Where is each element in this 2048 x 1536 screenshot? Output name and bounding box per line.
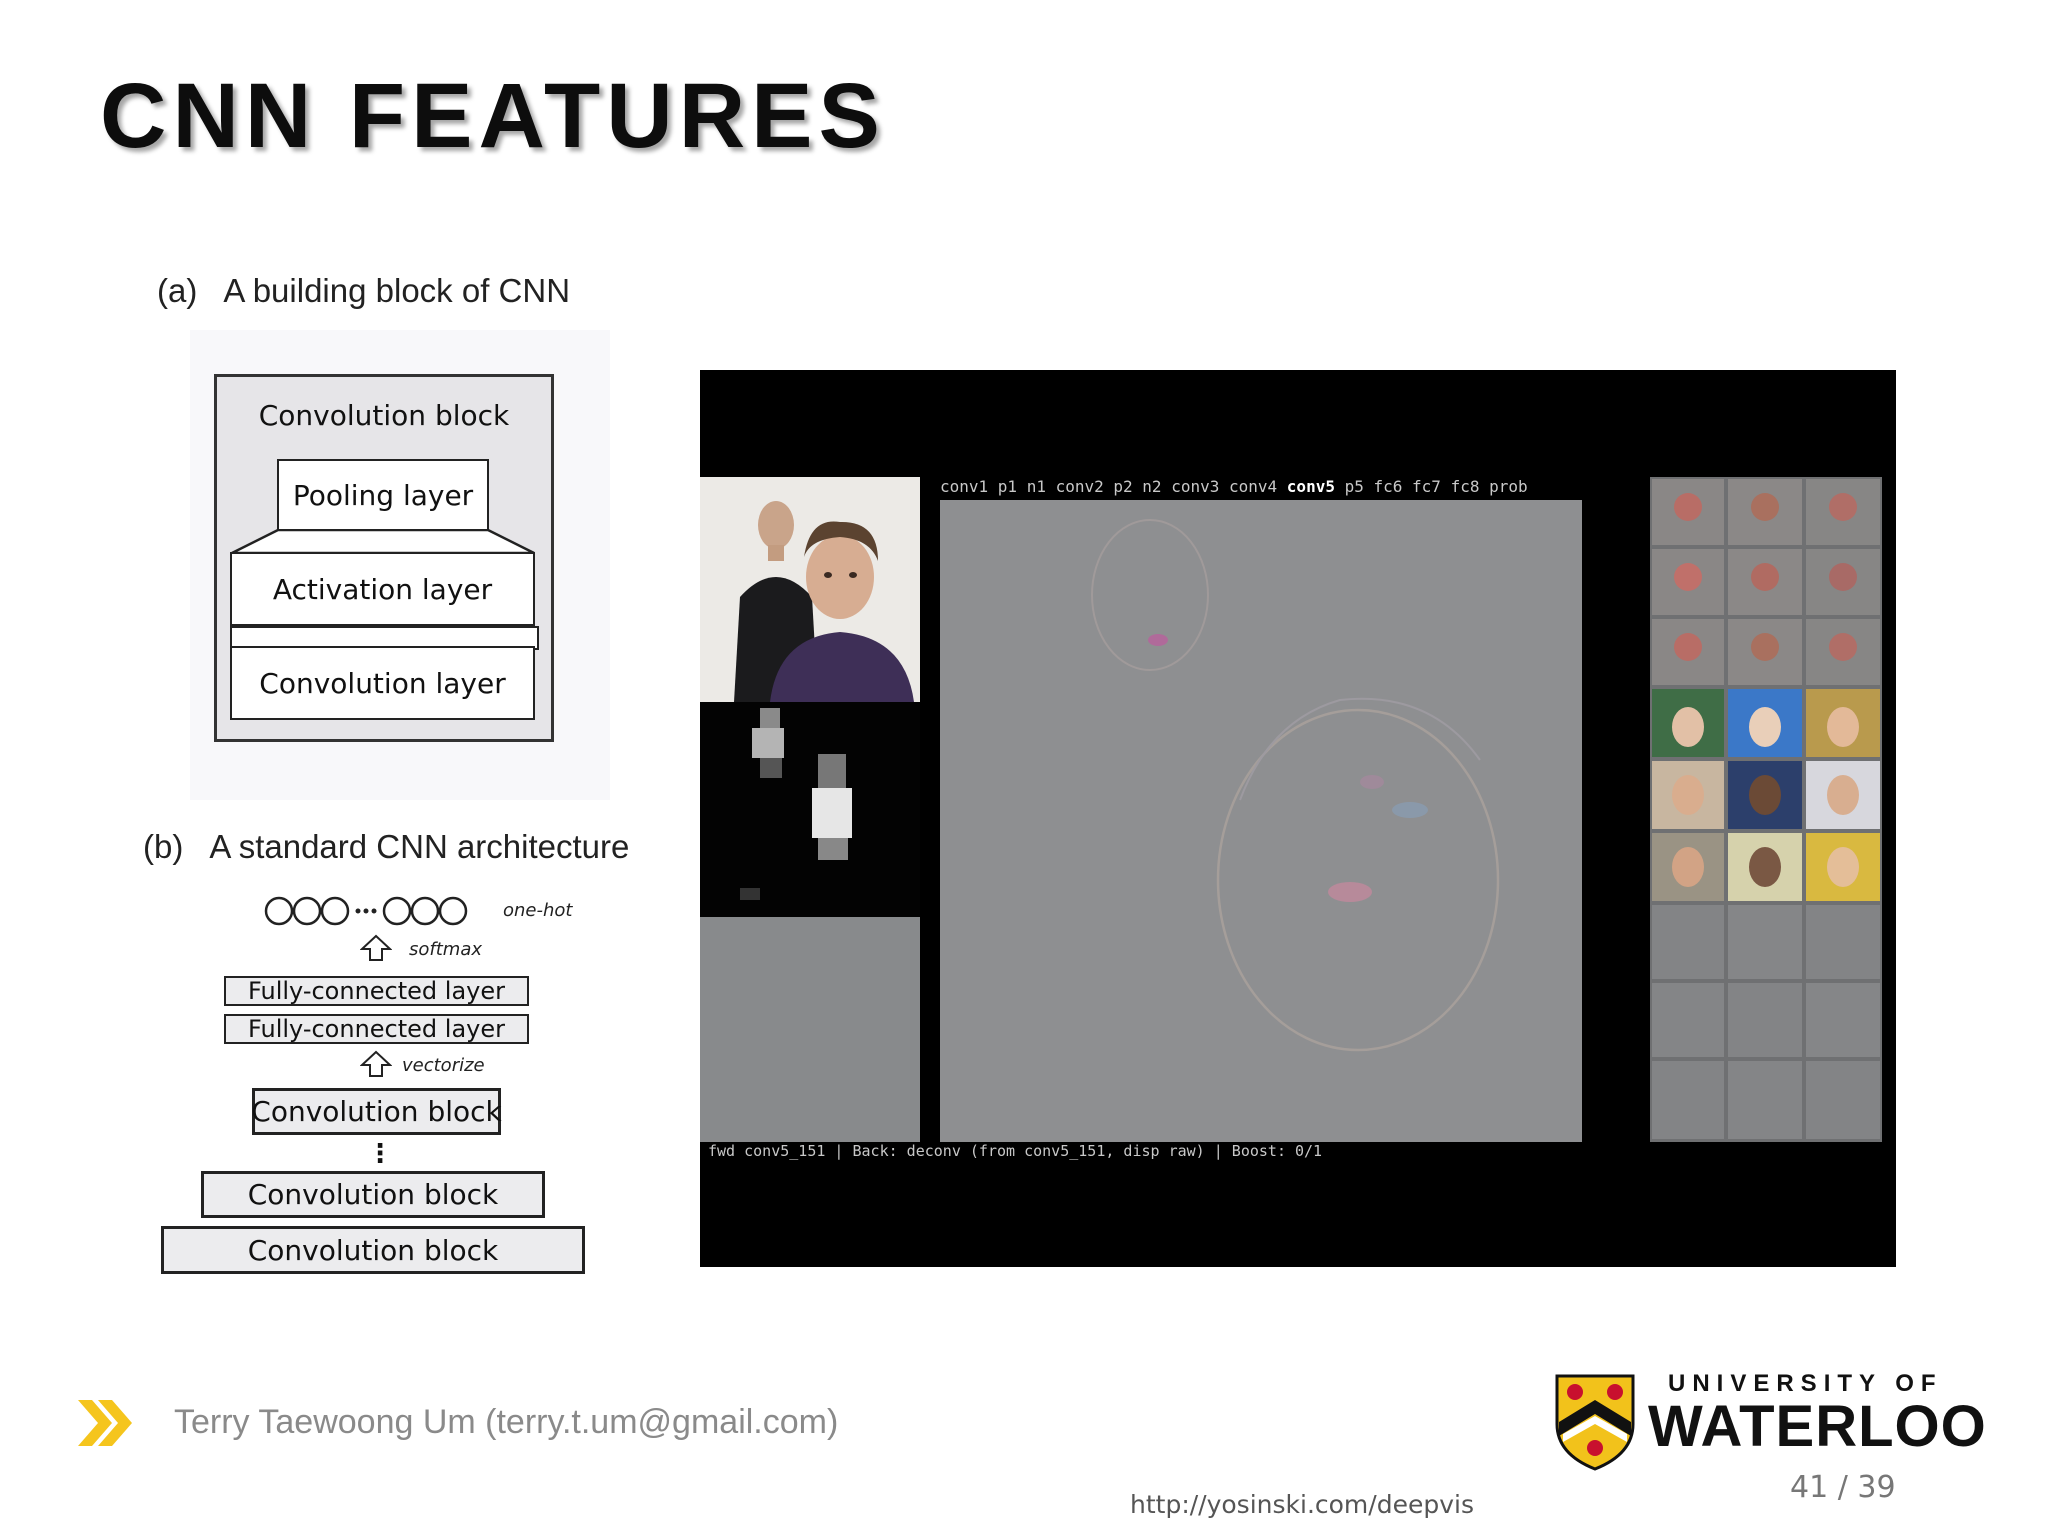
unit-visualization-grid <box>1652 479 1880 1139</box>
waterloo-shield-logo <box>1555 1374 1635 1471</box>
activation-blobs <box>740 708 852 900</box>
layer-list-after[interactable]: p5 fc6 fc7 fc8 prob <box>1345 477 1528 496</box>
convolution-block-bottom: Convolution block <box>161 1226 585 1274</box>
vectorize-arrow-icon <box>360 1050 392 1077</box>
status-bar: fwd conv5_151 | Back: deconv (from conv5… <box>708 1142 1323 1160</box>
convolution-layer-box: Convolution layer <box>230 646 535 720</box>
activation-layer-box: Activation layer <box>230 552 535 626</box>
pooling-layer-box: Pooling layer <box>277 459 489 531</box>
layer-selector-bar[interactable]: conv1 p1 n1 conv2 p2 n2 conv3 conv4 conv… <box>940 477 1528 496</box>
deconv-thumbnail <box>700 917 920 1142</box>
deconv-face-sketch <box>1091 519 1500 1052</box>
fully-connected-layer-1: Fully-connected layer <box>224 976 529 1006</box>
deconv-visualization <box>940 500 1582 1142</box>
deepvis-video-frame[interactable]: conv1 p1 n1 conv2 p2 n2 conv3 conv4 conv… <box>700 370 1896 1267</box>
panel-b-caption: (b) A standard CNN architecture <box>143 828 629 866</box>
input-webcam-image <box>700 477 920 702</box>
panel-b-caption-text: A standard CNN architecture <box>209 828 630 865</box>
top-images-grid <box>1650 477 1882 1142</box>
double-chevron-right-icon <box>78 1400 132 1446</box>
slide-title: CNN FEATURES <box>100 65 886 167</box>
panel-b-label: (b) <box>143 828 184 865</box>
page-number: 41 / 39 <box>1790 1470 1896 1505</box>
panel-a-label: (a) <box>157 272 198 309</box>
source-url-link[interactable]: http://yosinski.com/deepvis <box>1130 1490 1474 1519</box>
convolution-block-label: Convolution block <box>258 398 510 432</box>
footer-author: Terry Taewoong Um (terry.t.um@gmail.com) <box>174 1403 839 1441</box>
onehot-label: one-hot <box>503 900 573 921</box>
onehot-output-nodes <box>264 896 468 926</box>
activation-map <box>700 702 920 917</box>
layer-list-before[interactable]: conv1 p1 n1 conv2 p2 n2 conv3 conv4 <box>940 477 1277 496</box>
panel-a-caption-text: A building block of CNN <box>223 272 571 309</box>
vectorize-label: vectorize <box>402 1055 485 1076</box>
logo-waterloo: WATERLOO <box>1648 1394 1987 1459</box>
convolution-block-top: Convolution block <box>251 1088 502 1135</box>
active-layer-conv5[interactable]: conv5 <box>1287 477 1335 496</box>
softmax-label: softmax <box>409 939 483 960</box>
convolution-block-middle: Convolution block <box>201 1171 545 1218</box>
vertical-ellipsis: ⋮ <box>367 1139 393 1169</box>
softmax-arrow-icon <box>360 934 392 961</box>
fully-connected-layer-2: Fully-connected layer <box>224 1014 529 1044</box>
panel-a-caption: (a) A building block of CNN <box>157 272 570 310</box>
webcam-people-image <box>700 477 920 702</box>
